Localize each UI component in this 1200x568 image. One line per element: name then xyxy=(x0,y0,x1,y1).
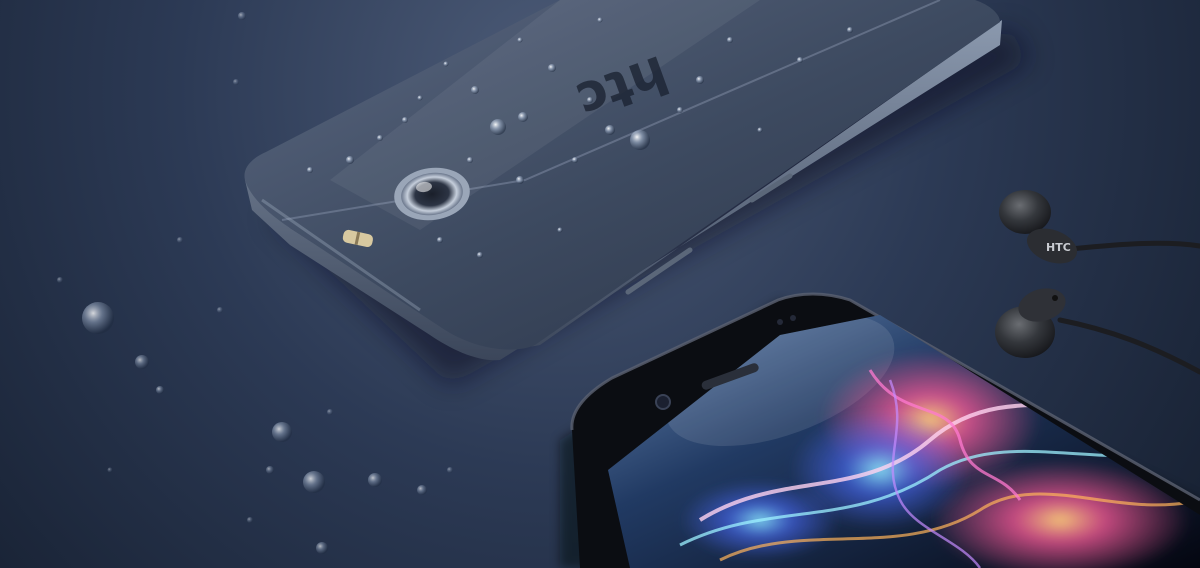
front-sensor xyxy=(777,319,783,325)
front-camera xyxy=(655,394,671,410)
product-photo: htc HTC xyxy=(0,0,1200,568)
front-sensor xyxy=(790,315,796,321)
earbud-logo: HTC xyxy=(1046,241,1071,254)
scene-svg: htc HTC xyxy=(0,0,1200,568)
earbud-top-tip xyxy=(999,190,1051,234)
earbud-vent xyxy=(1052,295,1058,301)
